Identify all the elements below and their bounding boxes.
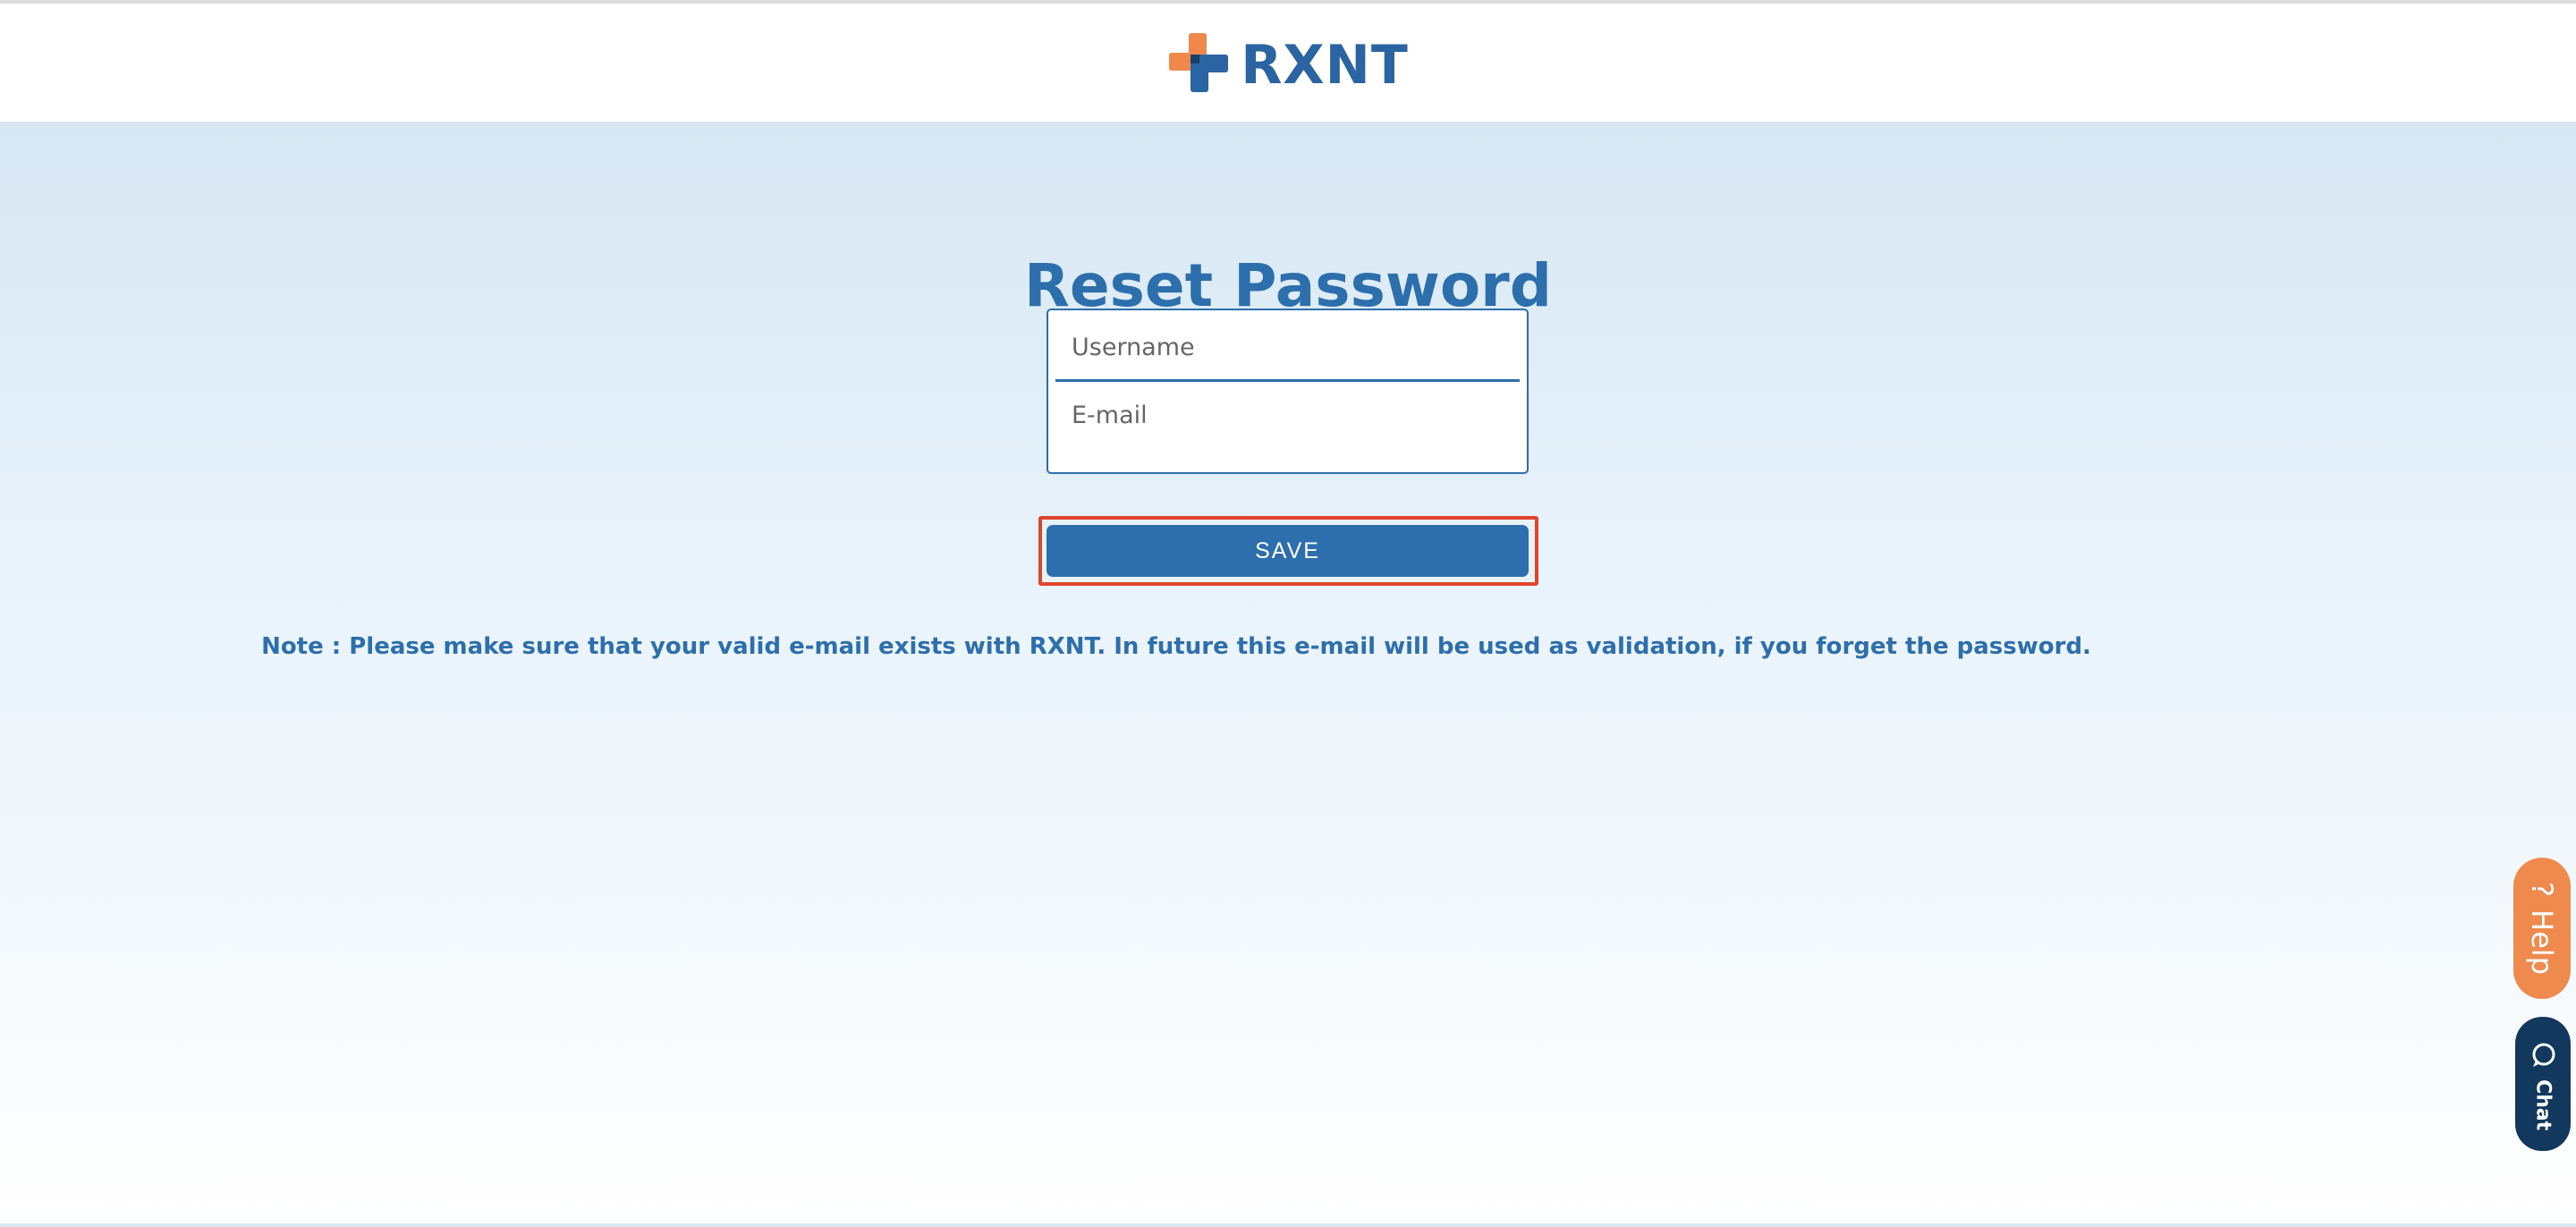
validation-note: Note : Please make sure that your valid … (261, 633, 2091, 660)
page-header: RXNT (0, 4, 2576, 122)
bottom-border (0, 1223, 2576, 1227)
question-mark-icon: ? (2525, 882, 2559, 898)
help-label: Help (2525, 910, 2559, 975)
chat-tab[interactable]: Chat (2515, 1017, 2571, 1151)
help-tab[interactable]: ? Help (2513, 858, 2571, 999)
chat-bubble-icon (2532, 1043, 2555, 1067)
rxnt-logo[interactable]: RXNT (1167, 31, 1409, 94)
logo-wordmark: RXNT (1241, 34, 1409, 97)
reset-form (1046, 309, 1529, 474)
chat-label: Chat (2531, 1079, 2555, 1131)
email-input[interactable] (1055, 382, 1520, 448)
username-input[interactable] (1055, 316, 1520, 382)
save-button[interactable]: SAVE (1046, 525, 1529, 577)
rxnt-cross-logo-icon (1169, 33, 1229, 92)
reset-password-panel: Reset Password SAVE Note : Please make s… (0, 122, 2576, 1223)
help-tab-content: ? Help (2525, 882, 2559, 975)
